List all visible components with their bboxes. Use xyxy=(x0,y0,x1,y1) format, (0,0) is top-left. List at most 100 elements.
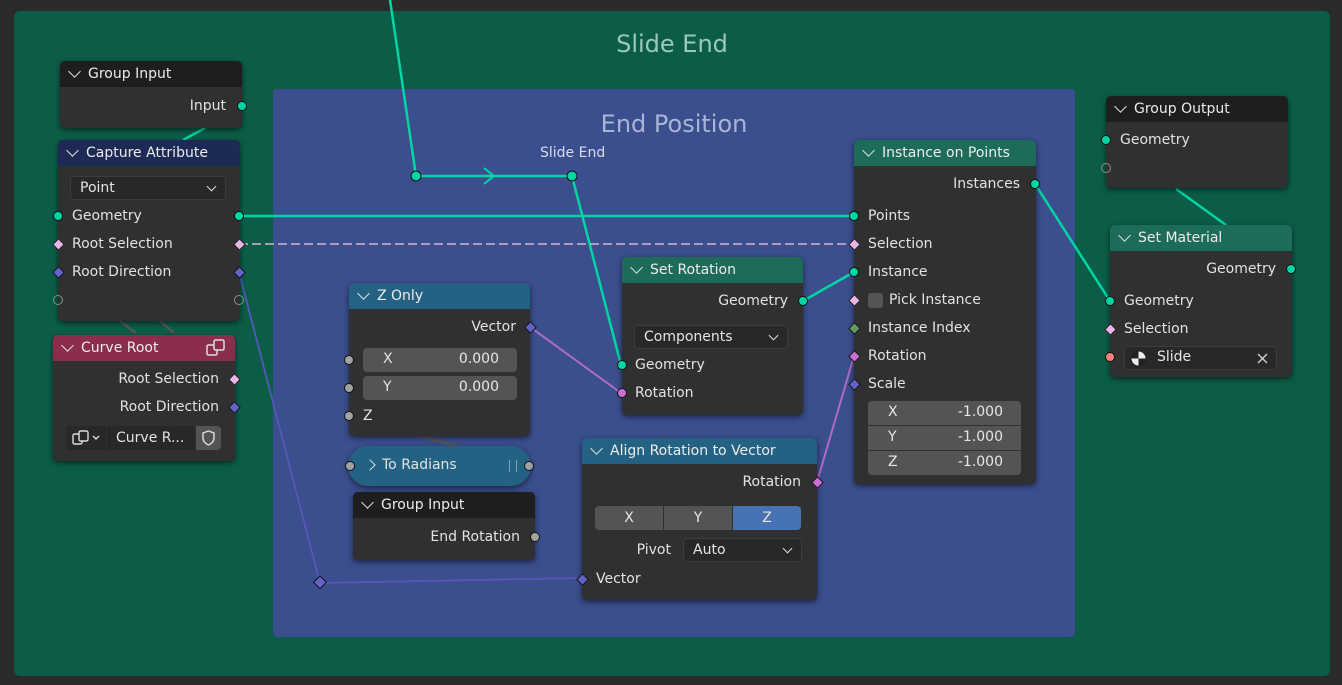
node-set-rotation[interactable]: Set Rotation Geometry Components Geometr… xyxy=(617,257,808,415)
collapse-chevron-icon[interactable] xyxy=(1118,229,1131,242)
output-socket-instances[interactable] xyxy=(1030,179,1040,189)
input-socket-y[interactable] xyxy=(344,383,354,393)
output-socket-geometry[interactable] xyxy=(234,211,244,221)
input-vector: Vector xyxy=(596,571,641,587)
input-socket-empty[interactable] xyxy=(1101,163,1111,173)
axis-y-button[interactable]: Y xyxy=(664,506,732,530)
node-title: Curve Root xyxy=(81,340,159,356)
output-socket-geometry[interactable] xyxy=(1286,264,1296,274)
input-socket-x[interactable] xyxy=(344,355,354,365)
collapse-chevron-icon[interactable] xyxy=(630,261,643,274)
row-root-selection: Root Selection xyxy=(72,236,173,252)
material-name: Slide xyxy=(1157,349,1192,365)
node-header[interactable]: Curve Root xyxy=(53,335,235,361)
scale-y-field[interactable]: Y -1.000 xyxy=(868,426,1021,450)
input-rotation: Rotation xyxy=(635,385,694,401)
output-root-selection: Root Selection xyxy=(118,371,219,387)
input-pick-instance: Pick Instance xyxy=(889,292,981,308)
pivot-dropdown[interactable]: Auto xyxy=(683,538,802,562)
node-header[interactable]: Align Rotation to Vector xyxy=(582,438,817,464)
input-socket[interactable] xyxy=(345,461,355,471)
node-title: Group Input xyxy=(381,497,465,513)
node-header[interactable]: Set Material xyxy=(1110,225,1292,251)
fake-user-button[interactable] xyxy=(196,426,221,450)
node-title: Capture Attribute xyxy=(86,145,208,161)
y-field[interactable]: Y 0.000 xyxy=(363,376,517,400)
output-socket-geometry[interactable] xyxy=(798,296,808,306)
hidden-sockets-icon xyxy=(509,460,517,472)
datablock-name-field[interactable]: Curve R... xyxy=(107,426,195,450)
scale-x-field[interactable]: X -1.000 xyxy=(868,401,1021,425)
x-label: X xyxy=(383,351,393,367)
scale-z-field[interactable]: Z -1.000 xyxy=(868,451,1021,475)
scale-x-label: X xyxy=(888,404,898,420)
node-group-output[interactable]: Group Output Geometry xyxy=(1101,96,1288,188)
z-label: Z xyxy=(363,408,373,424)
output-socket-end-rotation[interactable] xyxy=(530,532,540,542)
output-socket-empty[interactable] xyxy=(234,295,244,305)
domain-dropdown[interactable]: Point xyxy=(70,176,226,200)
collapse-chevron-icon[interactable] xyxy=(361,496,374,509)
close-icon[interactable] xyxy=(1257,353,1268,364)
collapse-chevron-icon[interactable] xyxy=(1114,100,1127,113)
node-header[interactable]: Capture Attribute xyxy=(58,140,240,166)
input-socket-rotation[interactable] xyxy=(617,388,627,398)
node-group-input-top[interactable]: Group Input Input xyxy=(60,61,247,128)
collapse-chevron-icon[interactable] xyxy=(862,144,875,157)
collapse-chevron-icon[interactable] xyxy=(68,65,81,78)
input-socket-empty[interactable] xyxy=(53,295,63,305)
mode-dropdown[interactable]: Components xyxy=(634,325,788,349)
node-group-input-bottom[interactable]: Group Input End Rotation xyxy=(353,492,540,560)
input-socket-geometry[interactable] xyxy=(53,211,63,221)
expand-chevron-icon[interactable] xyxy=(364,459,376,471)
output-rotation: Rotation xyxy=(742,474,801,490)
input-socket-instance[interactable] xyxy=(849,267,859,277)
datablock-browse-button[interactable] xyxy=(66,426,106,450)
scale-y-label: Y xyxy=(888,429,897,445)
input-socket-geometry[interactable] xyxy=(1101,135,1111,145)
node-header[interactable]: To Radians xyxy=(364,454,457,476)
collapse-chevron-icon[interactable] xyxy=(357,287,370,300)
x-field[interactable]: X 0.000 xyxy=(363,348,517,372)
chevron-down-icon xyxy=(782,543,793,554)
scale-z-label: Z xyxy=(888,454,898,470)
node-header[interactable]: Instance on Points xyxy=(854,140,1036,166)
node-editor-canvas[interactable]: Slide End End Position Slide End Group I… xyxy=(0,0,1342,685)
node-instance-on-points[interactable]: Instance on Points Instances Points Sele… xyxy=(848,140,1040,484)
input-socket-points[interactable] xyxy=(849,211,859,221)
scale-x-value: -1.000 xyxy=(957,404,1003,420)
input-instance: Instance xyxy=(868,264,928,280)
node-set-material[interactable]: Set Material Geometry Geometry Selection… xyxy=(1104,225,1296,377)
chevron-down-icon xyxy=(206,181,217,192)
node-to-radians[interactable]: To Radians xyxy=(345,446,534,486)
node-align-rotation-to-vector[interactable]: Align Rotation to Vector Rotation X Y Z … xyxy=(576,438,824,600)
row-geometry: Geometry xyxy=(72,208,142,224)
pick-instance-checkbox[interactable] xyxy=(868,293,883,308)
node-capture-attribute[interactable]: Capture Attribute Point Geometry Root Se… xyxy=(52,140,246,321)
mode-value: Components xyxy=(644,329,733,345)
material-field[interactable]: Slide xyxy=(1124,346,1277,370)
input-socket-geometry[interactable] xyxy=(1105,296,1115,306)
node-title: Z Only xyxy=(377,288,424,304)
input-socket-material[interactable] xyxy=(1105,352,1115,362)
node-header[interactable]: Set Rotation xyxy=(622,257,803,283)
collapse-chevron-icon[interactable] xyxy=(590,442,603,455)
node-header[interactable]: Group Input xyxy=(60,61,242,87)
node-header[interactable]: Group Input xyxy=(353,492,535,518)
axis-x-button[interactable]: X xyxy=(595,506,663,530)
node-curve-root[interactable]: Curve Root Root Selection Root Direction… xyxy=(53,335,241,461)
output-socket[interactable] xyxy=(524,461,534,471)
reroute-label: Slide End xyxy=(540,145,606,161)
axis-z-button[interactable]: Z xyxy=(733,506,801,530)
node-title: Set Material xyxy=(1138,230,1223,246)
input-socket-z[interactable] xyxy=(344,411,354,421)
output-socket[interactable] xyxy=(237,101,247,111)
input-socket-geometry[interactable] xyxy=(617,360,627,370)
node-header[interactable]: Z Only xyxy=(349,283,530,309)
node-header[interactable]: Group Output xyxy=(1106,96,1288,122)
node-title: Instance on Points xyxy=(882,145,1010,161)
collapse-chevron-icon[interactable] xyxy=(61,339,74,352)
collapse-chevron-icon[interactable] xyxy=(66,144,79,157)
pivot-value: Auto xyxy=(693,542,726,558)
node-z-only[interactable]: Z Only Vector X 0.000 Y 0.000 Z xyxy=(344,283,537,436)
